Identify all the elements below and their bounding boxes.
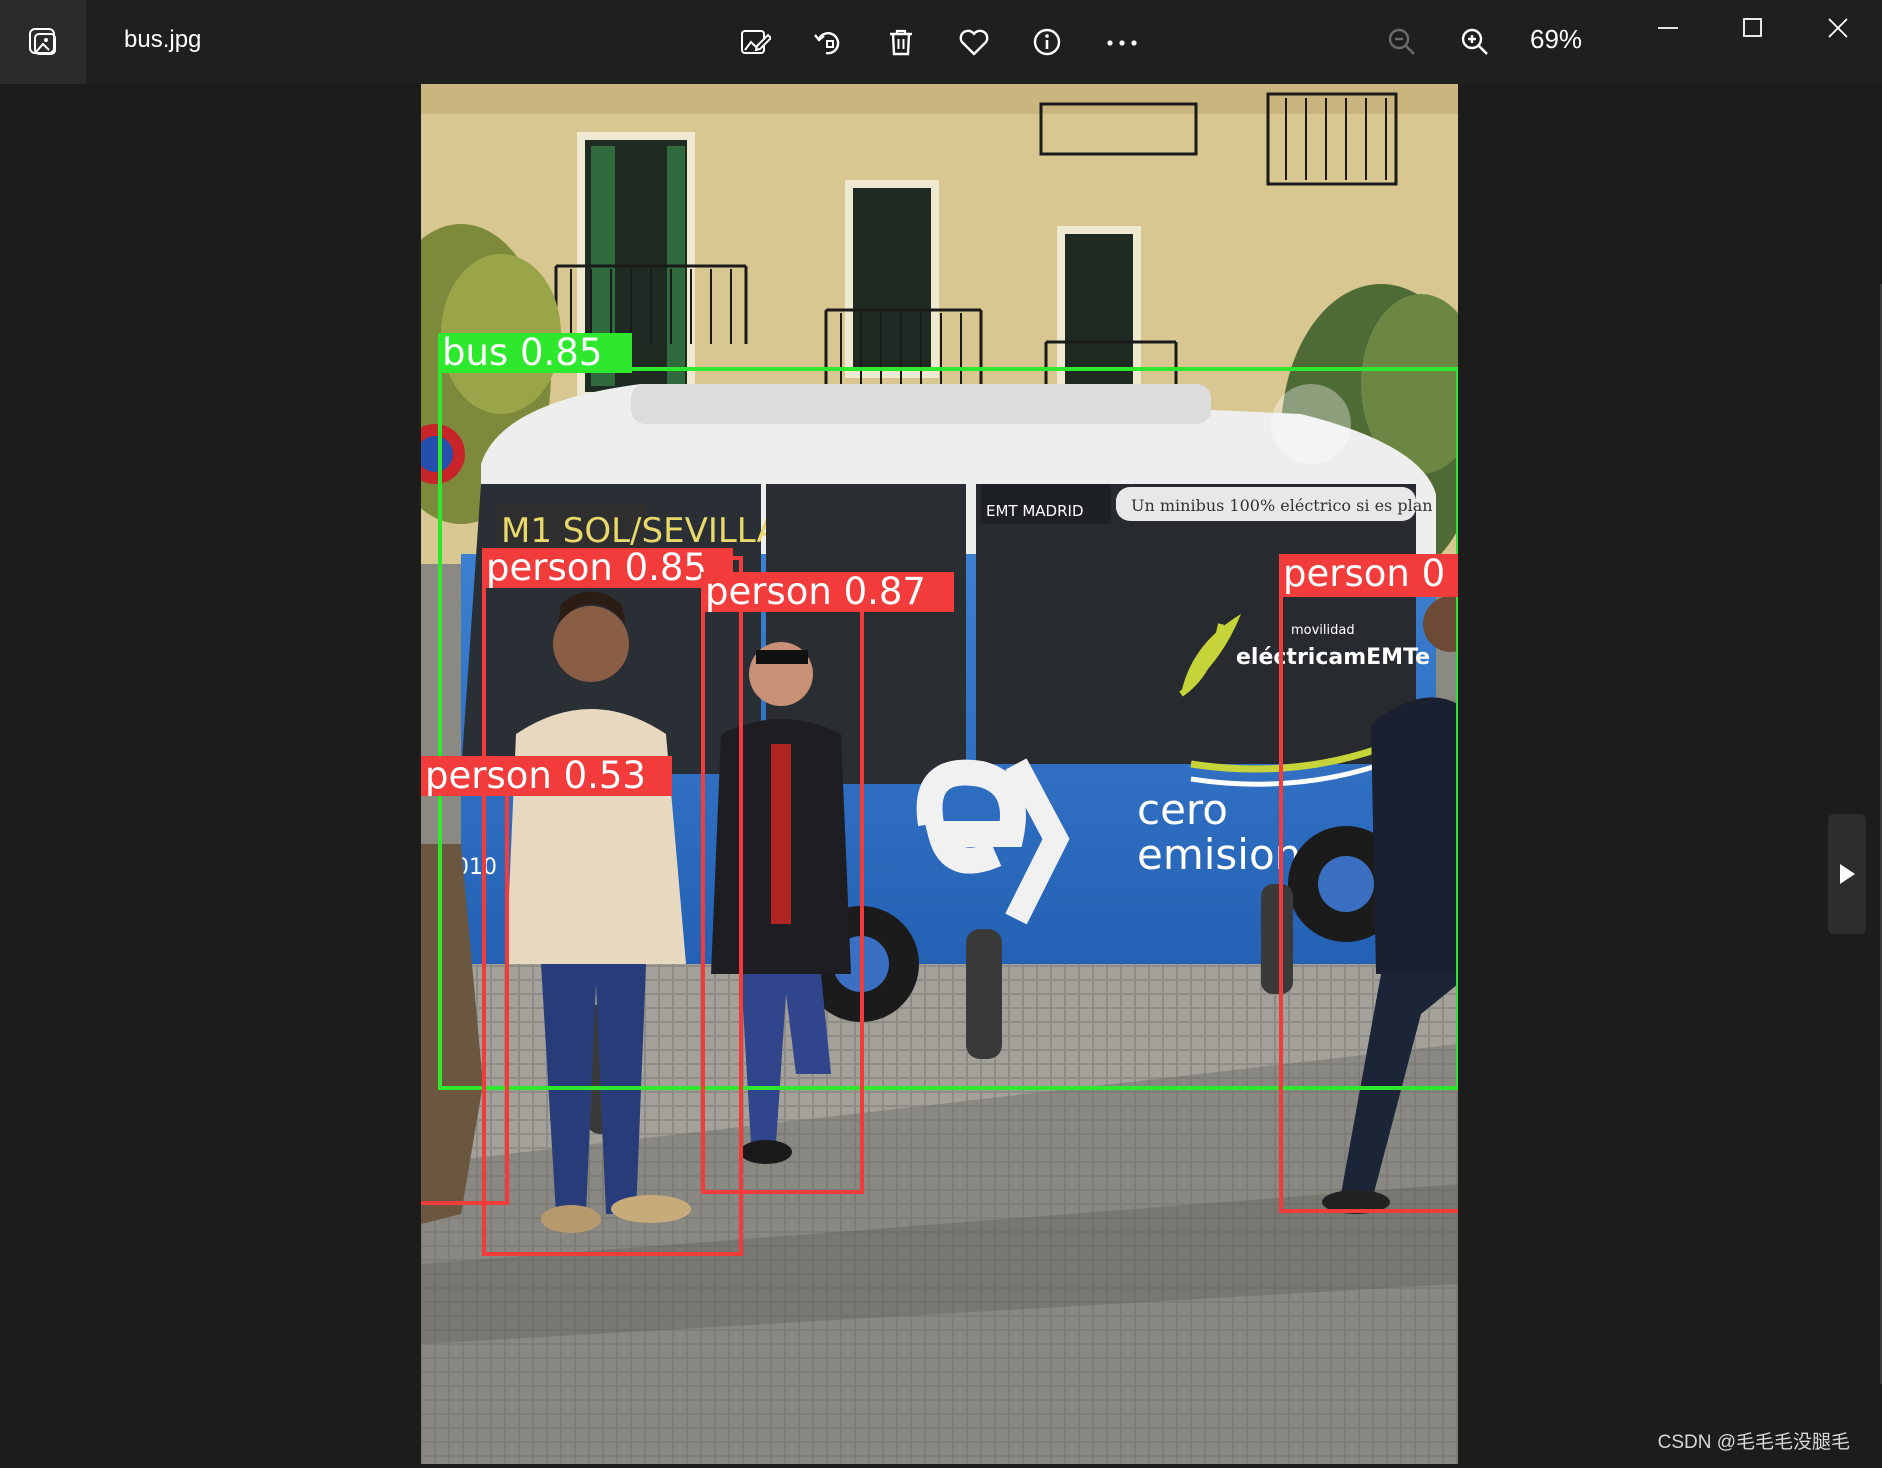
more-icon (1107, 40, 1137, 46)
person-detection-box (1279, 593, 1458, 1213)
watermark: CSDN @毛毛毛没腿毛 (1657, 1432, 1850, 1453)
rotate-icon (814, 32, 840, 55)
maximize-icon (1743, 18, 1762, 37)
title-bar: bus.jpg 69% (0, 0, 1882, 84)
delete-icon (890, 29, 912, 56)
photos-app-icon[interactable] (0, 0, 86, 84)
minimize-button[interactable] (1636, 8, 1700, 48)
next-image-button[interactable] (1828, 814, 1866, 934)
minimize-icon (1658, 27, 1678, 29)
favorite-icon (959, 29, 989, 56)
info-button[interactable] (1023, 18, 1071, 66)
favorite-button[interactable] (950, 18, 998, 66)
photo-canvas[interactable]: M1 SOL/SEVILLA EMT MADRID Un minibus 100… (421, 84, 1458, 1464)
maximize-button[interactable] (1721, 8, 1785, 48)
file-name: bus.jpg (124, 26, 202, 53)
play-arrow-icon (1840, 864, 1855, 884)
person-detection-label: person 0.53 (421, 756, 672, 796)
zoom-in-icon (1461, 28, 1488, 55)
person-detection-label: person 0.87 (701, 572, 954, 612)
close-button[interactable] (1806, 8, 1870, 48)
zoom-level[interactable]: 69% (1530, 24, 1582, 55)
edit-image-icon (741, 30, 771, 54)
person-detection-label: person 0.85 (482, 548, 733, 588)
close-icon (1828, 18, 1848, 38)
person-detection-box (421, 759, 509, 1205)
image-viewer: M1 SOL/SEVILLA EMT MADRID Un minibus 100… (0, 84, 1882, 1468)
more-button[interactable] (1098, 18, 1146, 66)
info-icon (1033, 28, 1061, 56)
zoom-out-button[interactable] (1378, 18, 1426, 66)
zoom-in-button[interactable] (1451, 18, 1499, 66)
zoom-out-icon (1388, 28, 1415, 55)
person-detection-label: person 0 (1279, 554, 1458, 594)
bus-detection-label: bus 0.85 (438, 333, 632, 373)
edit-image-button[interactable] (731, 18, 779, 66)
delete-button[interactable] (877, 18, 925, 66)
rotate-button[interactable] (804, 18, 852, 66)
person-detection-box (701, 608, 864, 1194)
